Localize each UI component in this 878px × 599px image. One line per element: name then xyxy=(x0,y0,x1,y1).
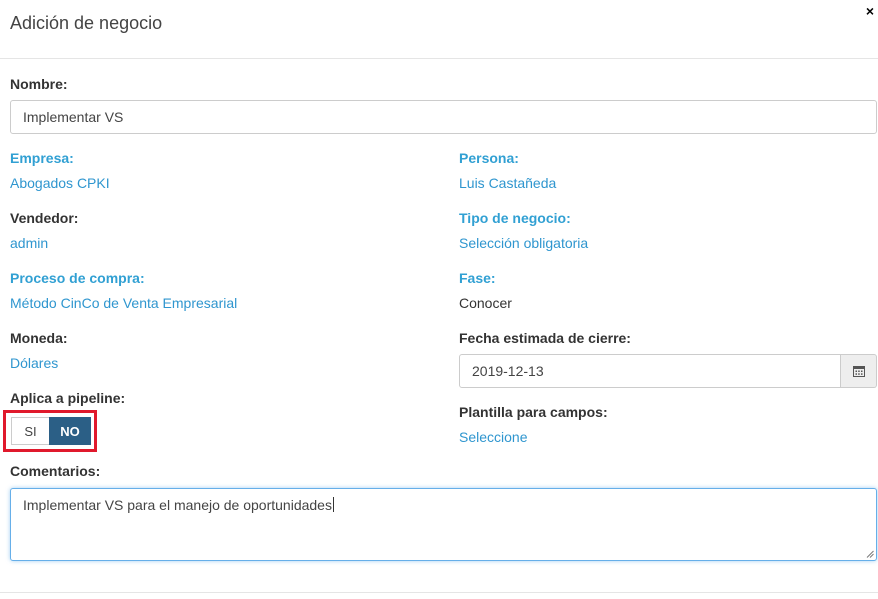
vendedor-link[interactable]: admin xyxy=(10,235,48,251)
modal-title: Adición de negocio xyxy=(10,13,163,33)
tipo-negocio-label: Tipo de negocio: xyxy=(459,210,571,226)
moneda-link[interactable]: Dólares xyxy=(10,355,58,371)
fecha-cierre-label: Fecha estimada de cierre: xyxy=(459,330,631,346)
nombre-value: Implementar VS xyxy=(23,109,124,125)
tipo-negocio-link[interactable]: Selección obligatoria xyxy=(459,235,588,251)
pipeline-no-button[interactable]: NO xyxy=(49,417,91,445)
text-caret xyxy=(332,497,334,512)
close-button[interactable]: × xyxy=(866,2,874,20)
proceso-compra-label: Proceso de compra: xyxy=(10,270,145,286)
comentarios-value: Implementar VS para el manejo de oportun… xyxy=(23,497,332,513)
persona-link[interactable]: Luis Castañeda xyxy=(459,175,556,191)
modal-header: Adición de negocio × xyxy=(0,0,878,59)
nombre-input[interactable]: Implementar VS xyxy=(10,100,877,134)
comentarios-label: Comentarios: xyxy=(10,463,101,479)
fecha-cierre-input[interactable]: 2019-12-13 xyxy=(459,354,841,388)
resize-grip-icon[interactable] xyxy=(866,550,874,558)
proceso-compra-link[interactable]: Método CinCo de Venta Empresarial xyxy=(10,295,237,311)
vendedor-label: Vendedor: xyxy=(10,210,79,226)
pipeline-si-button[interactable]: SI xyxy=(11,417,49,445)
persona-label: Persona: xyxy=(459,150,519,166)
fecha-cierre-value: 2019-12-13 xyxy=(472,363,544,379)
comentarios-textarea[interactable]: Implementar VS para el manejo de oportun… xyxy=(10,488,877,561)
pipeline-toggle-highlight: SI NO xyxy=(3,410,97,452)
nombre-label: Nombre: xyxy=(10,76,68,92)
empresa-label: Empresa: xyxy=(10,150,74,166)
empresa-link[interactable]: Abogados CPKI xyxy=(10,175,110,191)
plantilla-link[interactable]: Seleccione xyxy=(459,429,528,445)
calendar-icon xyxy=(852,366,865,377)
calendar-button[interactable] xyxy=(841,354,877,388)
plantilla-label: Plantilla para campos: xyxy=(459,404,608,420)
fase-label: Fase: xyxy=(459,270,496,286)
moneda-label: Moneda: xyxy=(10,330,68,346)
pipeline-label: Aplica a pipeline: xyxy=(10,390,126,406)
fase-value: Conocer xyxy=(459,295,512,311)
modal-footer-divider xyxy=(0,592,878,593)
